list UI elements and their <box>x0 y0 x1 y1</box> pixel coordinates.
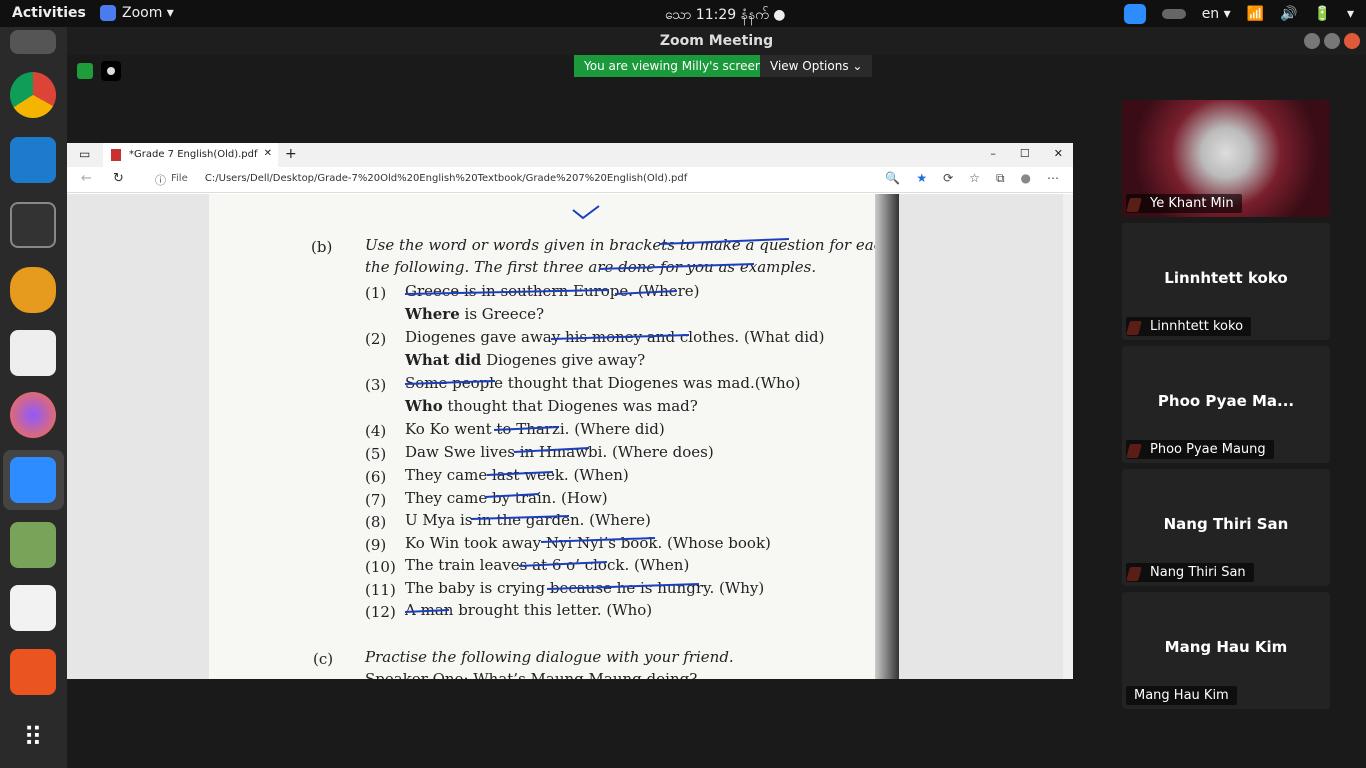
system-menu-icon[interactable]: ▾ <box>1347 6 1354 22</box>
battery-icon[interactable]: 🔋 <box>1314 6 1331 22</box>
browser-maximize-button[interactable]: ☐ <box>1020 147 1030 160</box>
favorites-icon[interactable]: ☆ <box>969 171 980 186</box>
pdf-viewer: (b) Use the word or words given in brack… <box>67 194 1073 679</box>
participant-name: Nang Thiri San <box>1126 563 1254 582</box>
participant-display-name: Nang Thiri San <box>1163 515 1289 533</box>
zoom-tray-icon[interactable] <box>1123 3 1146 24</box>
participant-display-name: Mang Hau Kim <box>1164 638 1288 656</box>
minimize-button[interactable] <box>1304 33 1320 49</box>
address-bar: ← ↻ ⓘ File C:/Users/Dell/Desktop/Grade-7… <box>67 167 1073 193</box>
refresh-icon[interactable]: ↻ <box>113 171 124 186</box>
back-icon[interactable]: ← <box>81 171 92 186</box>
system-tray: en ▾ 📶 🔊 🔋 ▾ <box>1123 0 1366 27</box>
apps-grid-icon[interactable]: ⠿ <box>10 715 56 761</box>
cloud-icon[interactable] <box>1161 8 1186 19</box>
recording-icon[interactable] <box>101 61 121 81</box>
zoom-out-icon[interactable]: 🔍 <box>885 171 900 186</box>
image-viewer-icon[interactable] <box>10 522 56 568</box>
pgadmin-icon[interactable] <box>10 267 56 313</box>
files-icon[interactable] <box>10 30 56 54</box>
clock[interactable]: သော 11:29 နံနက် ● <box>665 5 785 26</box>
system-top-bar: Activities Zoom ▾ သော 11:29 နံနက် ● en ▾… <box>0 0 1366 27</box>
terminal-icon[interactable] <box>10 202 56 248</box>
view-options-button[interactable]: View Options ⌄ <box>760 55 873 77</box>
zoom-icon[interactable] <box>10 457 56 503</box>
browser-minimize-button[interactable]: – <box>990 147 996 160</box>
tab-actions-icon[interactable]: ▭ <box>79 147 90 161</box>
language-indicator[interactable]: en ▾ <box>1202 6 1231 22</box>
pen-annotations <box>404 238 790 613</box>
zoom-app-icon <box>100 5 116 21</box>
browser-tab-bar: ▭ *Grade 7 English(Old).pdf ✕ + – ☐ ✕ <box>67 143 1073 167</box>
extension-icon[interactable]: ⟳ <box>943 171 953 186</box>
shared-screen: ▭ *Grade 7 English(Old).pdf ✕ + – ☐ ✕ ← … <box>67 143 1073 679</box>
volume-icon[interactable]: 🔊 <box>1280 6 1297 22</box>
url-field[interactable]: File C:/Users/Dell/Desktop/Grade-7%20Old… <box>171 173 687 184</box>
participant-name: Ye Khant Min <box>1126 194 1242 213</box>
tab-close-icon[interactable]: ✕ <box>264 148 272 159</box>
text-editor-icon[interactable] <box>10 330 56 376</box>
pdf-icon <box>111 149 121 161</box>
participant-tile[interactable]: Ye Khant Min <box>1122 100 1330 217</box>
participant-name: Phoo Pyae Maung <box>1126 440 1274 459</box>
activities-button[interactable]: Activities <box>12 5 86 21</box>
tab-title: *Grade 7 English(Old).pdf <box>129 149 258 160</box>
participant-tile[interactable]: Mang Hau Kim Mang Hau Kim <box>1122 592 1330 709</box>
favorite-star-icon[interactable]: ★ <box>916 171 927 186</box>
chrome-icon[interactable] <box>10 72 56 118</box>
url-text: C:/Users/Dell/Desktop/Grade-7%20Old%20En… <box>204 173 688 184</box>
more-icon[interactable]: ⋯ <box>1047 171 1059 186</box>
participant-tile[interactable]: Linnhtett koko Linnhtett koko <box>1122 223 1330 340</box>
window-title: Zoom Meeting <box>659 33 774 49</box>
maximize-button[interactable] <box>1324 33 1340 49</box>
file-label: File <box>171 173 188 184</box>
security-shield-icon[interactable] <box>77 63 93 79</box>
profile-icon[interactable]: ● <box>1021 171 1031 186</box>
pdf-page: (b) Use the word or words given in brack… <box>209 194 899 679</box>
pdf-scrollbar[interactable] <box>1063 194 1073 679</box>
vscode-icon[interactable] <box>10 137 56 183</box>
firefox-icon[interactable] <box>10 392 56 438</box>
document-viewer-icon[interactable] <box>10 585 56 631</box>
page-edge-shadow <box>875 194 899 679</box>
participant-name: Linnhtett koko <box>1126 317 1252 336</box>
close-button[interactable] <box>1344 33 1360 49</box>
collections-icon[interactable]: ⧉ <box>996 171 1005 186</box>
browser-close-button[interactable]: ✕ <box>1054 147 1063 160</box>
viewing-banner: You are viewing Milly's screen <box>574 55 773 77</box>
participant-tile[interactable]: Phoo Pyae Ma... Phoo Pyae Maung <box>1122 346 1330 463</box>
new-tab-button[interactable]: + <box>285 146 297 162</box>
participant-display-name: Phoo Pyae Ma... <box>1157 392 1295 410</box>
participant-display-name: Linnhtett koko <box>1164 269 1288 287</box>
app-menu-label: Zoom ▾ <box>122 5 174 21</box>
info-icon[interactable]: ⓘ <box>155 172 166 188</box>
app-menu[interactable]: Zoom ▾ <box>100 5 174 21</box>
browser-tab[interactable]: *Grade 7 English(Old).pdf ✕ <box>103 143 278 167</box>
software-icon[interactable] <box>10 649 56 695</box>
window-title-bar: Zoom Meeting <box>67 27 1366 55</box>
participant-name: Mang Hau Kim <box>1126 686 1237 705</box>
participant-tile[interactable]: Nang Thiri San Nang Thiri San <box>1122 469 1330 586</box>
wifi-icon[interactable]: 📶 <box>1247 6 1264 22</box>
dock: ⠿ <box>0 27 67 768</box>
